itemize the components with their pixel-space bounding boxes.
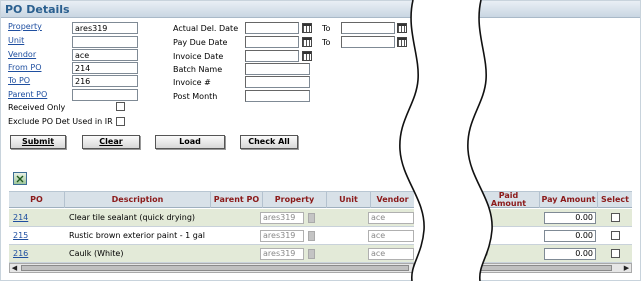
column-unit[interactable]: Unit: [327, 192, 371, 208]
received-only-label: Received Only: [8, 103, 66, 112]
load-button-label: Load: [179, 137, 201, 146]
invoice-date-label: Invoice Date: [173, 52, 224, 61]
property-readonly-field: ares319: [260, 248, 304, 260]
po-cell[interactable]: 216: [13, 245, 63, 263]
property-input[interactable]: [72, 22, 138, 34]
horizontal-scrollbar-left[interactable]: ◀: [9, 263, 414, 273]
clear-button[interactable]: Clear: [82, 135, 140, 149]
description-cell: Caulk (White): [69, 249, 124, 258]
calendar-icon[interactable]: [302, 37, 312, 47]
property-readonly-field: ares319: [260, 230, 304, 242]
table-row: 215 Rustic brown exterior paint - 1 gal ar…: [9, 227, 414, 245]
actual-del-date-label: Actual Del. Date: [173, 24, 239, 33]
pay-due-date-to-input[interactable]: [341, 36, 395, 48]
from-po-link[interactable]: From PO: [8, 63, 41, 72]
column-parent-po[interactable]: Parent PO: [211, 192, 263, 208]
pay-amount-input[interactable]: 0.00: [544, 248, 596, 260]
vendor-readonly-field: ace: [368, 248, 414, 260]
select-checkbox[interactable]: [611, 213, 620, 222]
to-label-2: To: [322, 38, 331, 47]
unit-link[interactable]: Unit: [8, 36, 24, 45]
table-row: 214 Clear tile sealant (quick drying) ares…: [9, 209, 414, 227]
vendor-readonly-field: ace: [368, 230, 414, 242]
batch-name-label: Batch Name: [173, 65, 223, 74]
submit-button-label: Submit: [21, 137, 55, 146]
table-row-right: 0.00: [478, 209, 632, 227]
table-row: 216 Caulk (White) ares319 ace: [9, 245, 414, 263]
calendar-icon[interactable]: [397, 37, 407, 47]
received-only-checkbox[interactable]: [116, 102, 125, 111]
clear-button-label: Clear: [99, 137, 123, 146]
check-all-button[interactable]: Check All: [240, 135, 298, 149]
table-row-right: 00 0.00: [478, 245, 632, 263]
post-month-input[interactable]: [245, 90, 310, 102]
pay-due-date-label: Pay Due Date: [173, 38, 228, 47]
table-header-left: PO Description Parent PO Property Unit V…: [9, 191, 414, 208]
unit-input[interactable]: [72, 36, 138, 48]
select-checkbox[interactable]: [611, 231, 620, 240]
to-po-input[interactable]: [72, 75, 138, 87]
actual-del-date-from-input[interactable]: [245, 22, 299, 34]
paid-amount-fragment: 00: [478, 249, 488, 258]
paid-amount-fragment: [478, 209, 488, 227]
lookup-icon[interactable]: [308, 249, 315, 259]
po-link[interactable]: 216: [13, 249, 28, 258]
po-link[interactable]: 214: [13, 213, 28, 222]
vendor-input[interactable]: [72, 49, 138, 61]
pay-due-date-from-input[interactable]: [245, 36, 299, 48]
po-link[interactable]: 215: [13, 231, 28, 240]
scroll-left-icon[interactable]: ◀: [10, 264, 19, 272]
invoice-number-label: Invoice #: [173, 78, 211, 87]
lookup-icon[interactable]: [308, 213, 315, 223]
vendor-readonly-field: ace: [368, 212, 414, 224]
check-all-button-label: Check All: [248, 137, 290, 146]
title-bar: PO Details: [1, 1, 640, 18]
paid-amount-line-2: Amount: [490, 199, 527, 208]
invoice-date-input[interactable]: [245, 50, 299, 62]
exclude-po-det-label: Exclude PO Det Used in IR: [8, 117, 113, 126]
excel-export-icon[interactable]: [13, 172, 27, 185]
pay-amount-input[interactable]: 0.00: [544, 212, 596, 224]
submit-button[interactable]: Submit: [10, 135, 66, 149]
exclude-po-det-checkbox[interactable]: [116, 117, 125, 126]
column-property[interactable]: Property: [263, 192, 327, 208]
description-cell: Clear tile sealant (quick drying): [69, 213, 196, 222]
vendor-link[interactable]: Vendor: [8, 50, 36, 59]
post-month-label: Post Month: [173, 92, 218, 101]
to-label-1: To: [322, 24, 331, 33]
column-po[interactable]: PO: [9, 192, 65, 208]
calendar-icon[interactable]: [302, 23, 312, 33]
column-select[interactable]: Select: [598, 192, 632, 208]
scroll-thumb[interactable]: [21, 265, 409, 271]
from-po-input[interactable]: [72, 62, 138, 74]
page-title: PO Details: [5, 3, 70, 16]
calendar-icon[interactable]: [397, 23, 407, 33]
po-cell[interactable]: 215: [13, 227, 63, 245]
calendar-icon[interactable]: [302, 51, 312, 61]
select-checkbox[interactable]: [611, 249, 620, 258]
column-pay-amount[interactable]: Pay Amount: [540, 192, 598, 208]
parent-po-input[interactable]: [72, 89, 138, 101]
table-row-right: 00 0.00: [478, 227, 632, 245]
invoice-number-input[interactable]: [245, 76, 310, 88]
po-cell[interactable]: 214: [13, 209, 63, 227]
paid-amount-fragment: 00: [478, 231, 488, 240]
table-header-right: Paid Amount Pay Amount Select: [478, 191, 632, 208]
horizontal-scrollbar-right[interactable]: ▶: [478, 263, 632, 273]
property-link[interactable]: Property: [8, 22, 42, 31]
load-button[interactable]: Load: [155, 135, 225, 149]
column-paid-amount[interactable]: Paid Amount: [478, 192, 540, 208]
batch-name-input[interactable]: [245, 63, 310, 75]
actual-del-date-to-input[interactable]: [341, 22, 395, 34]
lookup-icon[interactable]: [308, 231, 315, 241]
description-cell: Rustic brown exterior paint - 1 gal: [69, 231, 206, 240]
property-readonly-field: ares319: [260, 212, 304, 224]
to-po-link[interactable]: To PO: [8, 76, 30, 85]
parent-po-link[interactable]: Parent PO: [8, 90, 47, 99]
column-description[interactable]: Description: [65, 192, 211, 208]
pay-amount-input[interactable]: 0.00: [544, 230, 596, 242]
scroll-thumb-right[interactable]: [479, 265, 612, 271]
column-vendor[interactable]: Vendor: [371, 192, 414, 208]
scroll-right-icon[interactable]: ▶: [622, 264, 631, 272]
